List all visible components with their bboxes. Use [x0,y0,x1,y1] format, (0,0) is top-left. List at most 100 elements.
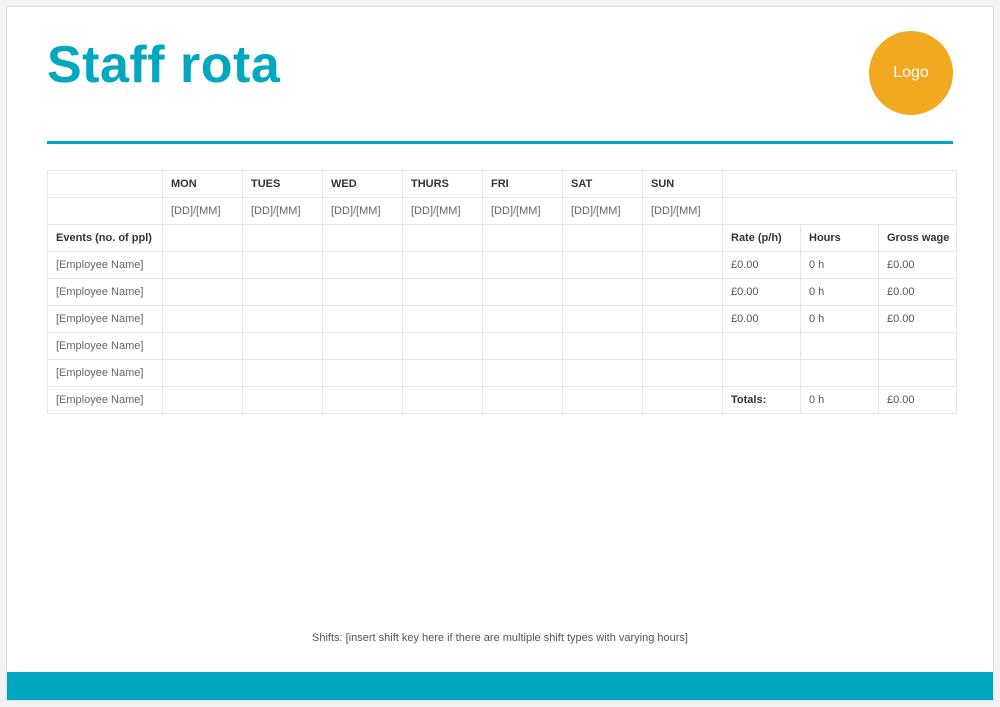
shift-cell [563,306,643,333]
rate-cell [723,333,801,360]
shift-cell [563,279,643,306]
events-mon [163,225,243,252]
shift-cell [643,279,723,306]
table-row: [Employee Name] £0.00 0 h £0.00 [48,252,957,279]
date-blank [48,198,163,225]
shift-cell [243,333,323,360]
gross-header: Gross wage [879,225,957,252]
hours-cell [801,360,879,387]
shift-cell [243,360,323,387]
shift-cell [323,306,403,333]
date-sat: [DD]/[MM] [563,198,643,225]
hours-header: Hours [801,225,879,252]
page-title: Staff rota [47,35,953,95]
shift-cell [563,360,643,387]
rota-table-wrap: MON TUES WED THURS FRI SAT SUN [DD]/[MM]… [47,170,953,414]
gross-cell: £0.00 [879,279,957,306]
totals-gross: £0.00 [879,387,957,414]
day-mon: MON [163,171,243,198]
events-sat [563,225,643,252]
employee-name: [Employee Name] [48,360,163,387]
day-wed: WED [323,171,403,198]
employee-name: [Employee Name] [48,252,163,279]
totals-hours: 0 h [801,387,879,414]
table-row: [Employee Name] Totals: 0 h £0.00 [48,387,957,414]
date-blank-right [723,198,957,225]
gross-cell [879,360,957,387]
shift-cell [643,387,723,414]
rota-table: MON TUES WED THURS FRI SAT SUN [DD]/[MM]… [47,170,957,414]
rate-cell: £0.00 [723,252,801,279]
shift-cell [323,279,403,306]
table-head: MON TUES WED THURS FRI SAT SUN [DD]/[MM]… [48,171,957,252]
shift-cell [243,387,323,414]
shift-cell [563,333,643,360]
events-sun [643,225,723,252]
shift-cell [483,252,563,279]
day-thurs: THURS [403,171,483,198]
shift-cell [403,279,483,306]
shift-cell [483,306,563,333]
table-row: [Employee Name] [48,333,957,360]
gross-cell: £0.00 [879,252,957,279]
table-body: [Employee Name] £0.00 0 h £0.00 [Employe… [48,252,957,414]
shift-cell [163,387,243,414]
day-sat: SAT [563,171,643,198]
date-mon: [DD]/[MM] [163,198,243,225]
gross-cell [879,333,957,360]
shift-cell [483,333,563,360]
gross-cell: £0.00 [879,306,957,333]
employee-name: [Employee Name] [48,306,163,333]
date-sun: [DD]/[MM] [643,198,723,225]
date-fri: [DD]/[MM] [483,198,563,225]
employee-name: [Employee Name] [48,333,163,360]
rate-cell: £0.00 [723,279,801,306]
table-row: [Employee Name] £0.00 0 h £0.00 [48,306,957,333]
logo-text: Logo [893,64,929,82]
shift-cell [643,252,723,279]
day-sun: SUN [643,171,723,198]
table-row: [Employee Name] [48,360,957,387]
hours-cell: 0 h [801,279,879,306]
shifts-footer-note: Shifts: [insert shift key here if there … [7,632,993,644]
shift-cell [163,279,243,306]
events-thurs [403,225,483,252]
hours-cell: 0 h [801,306,879,333]
divider-rule [47,141,953,144]
shift-cell [483,387,563,414]
events-fri [483,225,563,252]
shift-cell [403,360,483,387]
shift-cell [323,360,403,387]
shift-cell [163,252,243,279]
shift-cell [323,333,403,360]
events-header: Events (no. of ppl) [48,225,163,252]
shift-cell [243,306,323,333]
shift-cell [163,360,243,387]
hours-cell [801,333,879,360]
day-fri: FRI [483,171,563,198]
shift-cell [323,387,403,414]
table-row: [Employee Name] £0.00 0 h £0.00 [48,279,957,306]
shift-cell [563,387,643,414]
shift-cell [643,360,723,387]
shift-cell [243,279,323,306]
day-tues: TUES [243,171,323,198]
shift-cell [403,387,483,414]
shift-cell [243,252,323,279]
shift-cell [323,252,403,279]
document-page: Staff rota Logo MON TUES WED THURS FRI [6,6,994,701]
events-header-row: Events (no. of ppl) Rate (p/h) Hours Gro… [48,225,957,252]
rate-cell: £0.00 [723,306,801,333]
shift-cell [483,360,563,387]
shift-cell [643,333,723,360]
rate-header: Rate (p/h) [723,225,801,252]
shift-cell [163,306,243,333]
totals-label: Totals: [723,387,801,414]
header: Staff rota Logo [7,7,993,95]
shift-cell [643,306,723,333]
date-tues: [DD]/[MM] [243,198,323,225]
day-label-row: MON TUES WED THURS FRI SAT SUN [48,171,957,198]
shift-cell [483,279,563,306]
employee-name: [Employee Name] [48,387,163,414]
shift-cell [163,333,243,360]
